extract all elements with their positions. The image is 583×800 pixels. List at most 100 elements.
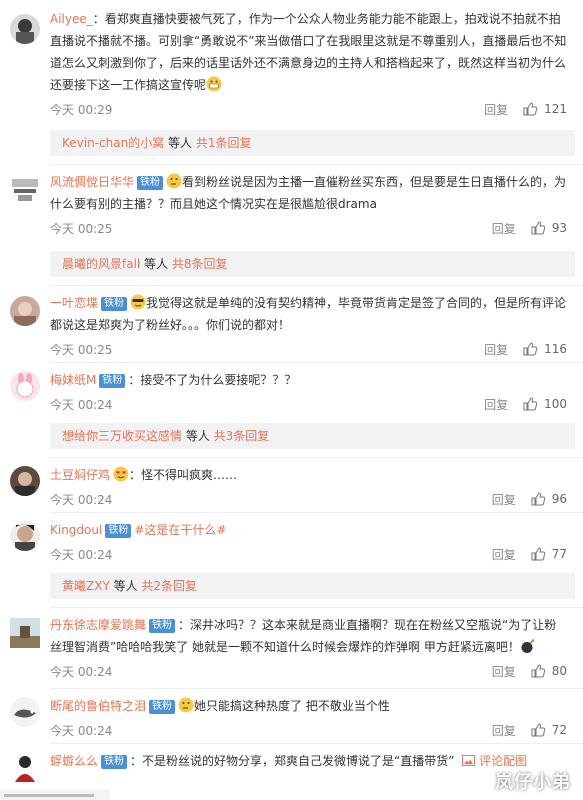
username-link[interactable]: Kingdoul — [50, 523, 102, 537]
like-button[interactable]: 96 — [530, 491, 567, 507]
like-count: 96 — [551, 492, 567, 506]
username-link[interactable]: Ailyee_ — [50, 12, 93, 26]
like-count: 77 — [551, 547, 567, 561]
reply-etc: 等人 — [182, 429, 214, 443]
reply-count-link[interactable]: 共3条回复 — [214, 429, 270, 443]
comment-text: ：接受不了为什么要接呢？？？ — [128, 373, 297, 387]
username-link[interactable]: 丹东徐志摩爱跳舞 — [50, 618, 146, 632]
username-link[interactable]: 土豆焖仔鸡 — [50, 468, 110, 482]
fan-badge: 铁粉 — [101, 297, 128, 311]
avatar[interactable] — [10, 14, 40, 44]
timestamp: 今天 00:24 — [50, 492, 113, 507]
avatar[interactable] — [10, 752, 40, 782]
timestamp: 今天 00:24 — [50, 397, 113, 412]
like-count: 121 — [544, 102, 567, 116]
like-button[interactable]: 100 — [522, 396, 567, 412]
comment-item: Ailyee_：看郑爽直播快要被气死了，作为一个公众人物业务能力能不能跟上，拍戏… — [0, 0, 583, 128]
watermark: 岚仔小弟 — [495, 772, 571, 793]
avatar[interactable] — [10, 371, 40, 401]
like-count: 100 — [544, 397, 567, 411]
reply-etc: 等人 — [164, 136, 196, 150]
timestamp: 今天 00:24 — [50, 547, 113, 562]
reply-user-link[interactable]: Kevin-chan的小窝 — [62, 136, 164, 150]
reply-user-link[interactable]: 想给你三万收买这感情 — [62, 429, 182, 443]
image-thumbnail[interactable] — [0, 790, 110, 800]
username-link[interactable]: 风流倜傥日华华 — [50, 175, 134, 189]
comment-image-label: 评论配图 — [479, 754, 528, 768]
comment-item: 梅妹纸M 铁粉 ：接受不了为什么要接呢？？？ 今天 00:24 回复 100 — [0, 363, 583, 417]
avatar[interactable] — [10, 296, 40, 326]
image-icon — [462, 755, 476, 766]
reply-button[interactable]: 回复 — [484, 396, 508, 413]
comment-meta: 今天 00:24 回复 96 — [50, 486, 567, 512]
grin-emoji-icon — [206, 76, 222, 92]
comment-text: ：怪不得叫疯爽…… — [129, 468, 238, 482]
timestamp: 今天 00:24 — [50, 664, 113, 679]
avatar[interactable] — [10, 697, 40, 727]
comment-item: 断尾的鲁伯特之泪 铁粉 她只能搞这种热度了 把不敬业当个性 今天 00:24 回复 … — [0, 689, 583, 743]
reply-user-link[interactable]: 黄曦ZXY — [62, 579, 110, 593]
thumbs-up-icon — [531, 547, 545, 561]
fan-badge: 铁粉 — [99, 374, 126, 388]
timestamp: 今天 00:25 — [50, 342, 113, 357]
username-link[interactable]: 一叶恋堞 — [50, 296, 98, 310]
comment-text: ：不是粉丝说的好物分享，郑爽自己发微博说了是“直播带货” — [130, 754, 455, 768]
like-button[interactable]: 116 — [522, 341, 567, 357]
reply-button[interactable]: 回复 — [484, 101, 508, 118]
hashtag-link[interactable]: #这是在干什么# — [134, 523, 226, 537]
like-count: 93 — [551, 221, 567, 235]
like-count: 72 — [551, 723, 567, 737]
fan-badge: 铁粉 — [105, 524, 132, 538]
timestamp: 今天 00:24 — [50, 723, 113, 738]
thumbs-up-icon — [523, 397, 538, 411]
like-button[interactable]: 72 — [530, 722, 567, 738]
comment-item: 丹东徐志摩爱跳舞 铁粉 ：深井冰吗？？这本来就是商业直播啊？现在在粉丝又空瓶说“为了… — [0, 608, 583, 688]
like-button[interactable]: 77 — [530, 546, 567, 562]
thumbs-up-icon — [531, 221, 545, 235]
reply-button[interactable]: 回复 — [492, 722, 516, 739]
like-count: 80 — [551, 664, 567, 678]
reply-button[interactable]: 回复 — [492, 220, 516, 237]
reply-user-link[interactable]: 晨曦的风景fall — [62, 257, 140, 271]
avatar[interactable] — [10, 618, 40, 648]
sunglasses-emoji-icon — [130, 294, 146, 310]
comment-item: 一叶恋堞 铁粉 我觉得这就是单纯的没有契约精神，毕竟带货肯定是签了合同的，但是所有评… — [0, 286, 583, 362]
reply-summary[interactable]: 黄曦ZXY 等人 共2条回复 — [50, 573, 575, 599]
reply-summary[interactable]: 想给你三万收买这感情 等人 共3条回复 — [50, 423, 575, 449]
comment-meta: 今天 00:24 回复 80 — [50, 658, 567, 684]
fan-badge: 铁粉 — [137, 176, 164, 190]
thumbs-up-icon — [531, 664, 545, 678]
avatar[interactable] — [10, 466, 40, 496]
timestamp: 今天 00:25 — [50, 221, 113, 236]
comment-item: Kingdoul 铁粉 #这是在干什么# 今天 00:24 回复 77 — [0, 513, 583, 567]
reply-button[interactable]: 回复 — [492, 491, 516, 508]
reply-count-link[interactable]: 共2条回复 — [141, 579, 197, 593]
comment-meta: 今天 00:25 回复 116 — [50, 336, 567, 362]
bomb-emoji-icon — [520, 638, 536, 654]
reply-button[interactable]: 回复 — [484, 341, 508, 358]
username-link[interactable]: 断尾的鲁伯特之泪 — [50, 699, 146, 713]
comment-text: ：看郑爽直播快要被气死了，作为一个公众人物业务能力能不能跟上，拍戏说不拍就不拍直… — [50, 12, 567, 92]
like-button[interactable]: 121 — [522, 101, 567, 117]
comment-image-link[interactable]: 评论配图 — [462, 754, 527, 768]
thinking-emoji-icon — [166, 173, 182, 189]
username-link[interactable]: 梅妹纸M — [50, 373, 96, 387]
reply-count-link[interactable]: 共8条回复 — [172, 257, 228, 271]
username-link[interactable]: 蜉蝣么么 — [50, 754, 98, 768]
reply-summary[interactable]: 晨曦的风景fall 等人 共8条回复 — [50, 251, 575, 277]
reply-etc: 等人 — [140, 257, 172, 271]
reply-button[interactable]: 回复 — [492, 663, 516, 680]
reply-button[interactable]: 回复 — [492, 546, 516, 563]
like-button[interactable]: 80 — [530, 663, 567, 679]
comment-item: 土豆焖仔鸡 ：怪不得叫疯爽…… 今天 00:24 回复 96 — [0, 458, 583, 512]
comment-meta: 今天 00:29 回复 121 — [50, 96, 567, 122]
like-button[interactable]: 93 — [530, 220, 567, 236]
thumbs-up-icon — [523, 102, 538, 116]
reply-count-link[interactable]: 共1条回复 — [196, 136, 252, 150]
thumbs-up-icon — [531, 492, 545, 506]
avatar[interactable] — [10, 521, 40, 551]
comment-meta: 今天 00:24 回复 100 — [50, 391, 567, 417]
avatar[interactable] — [10, 175, 40, 205]
comment-list: Ailyee_：看郑爽直播快要被气死了，作为一个公众人物业务能力能不能跟上，拍戏… — [0, 0, 583, 800]
reply-summary[interactable]: Kevin-chan的小窝 等人 共1条回复 — [50, 130, 575, 156]
